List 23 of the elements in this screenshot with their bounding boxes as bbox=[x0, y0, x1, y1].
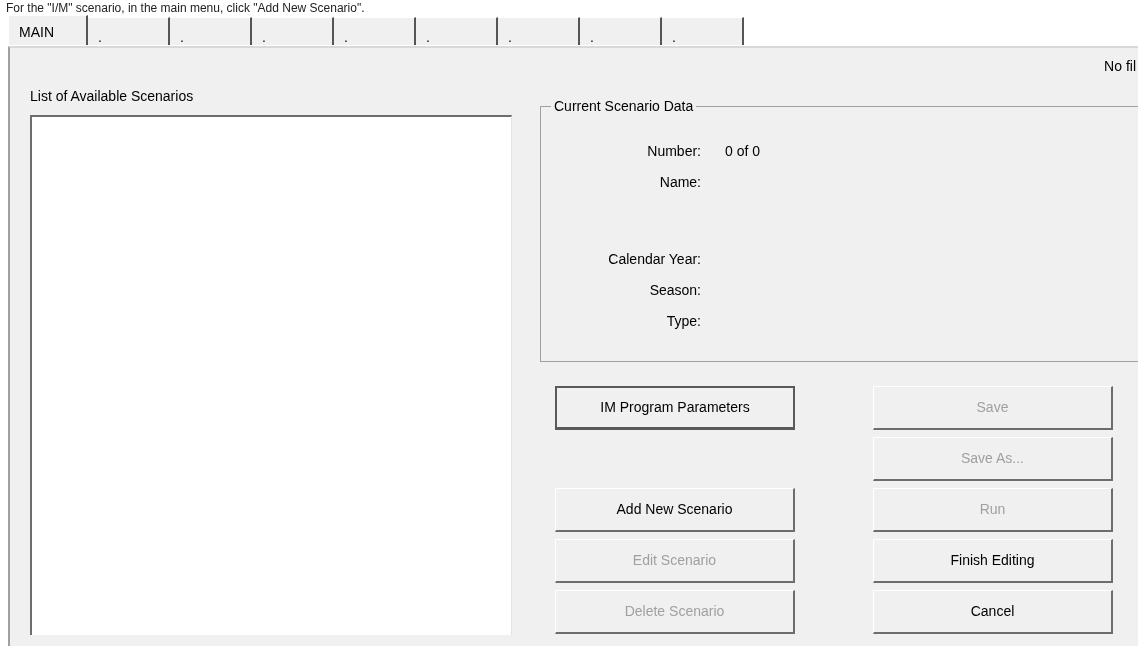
file-status: No fil bbox=[1104, 57, 1136, 76]
field-label: Name: bbox=[658, 173, 701, 192]
list-label: List of Available Scenarios bbox=[30, 87, 195, 106]
tab[interactable]: . bbox=[88, 17, 170, 45]
field-label: Number: bbox=[646, 142, 701, 161]
caption-text: For the "I/M" scenario, in the main menu, click "Add New Scenario". bbox=[5, 0, 366, 16]
field-label: Season: bbox=[648, 281, 701, 300]
field-value: 0 of 0 bbox=[725, 142, 762, 161]
button[interactable]: Finish Editing bbox=[873, 539, 1113, 583]
field-label: Calendar Year: bbox=[607, 250, 701, 269]
tab[interactable]: MAIN bbox=[8, 15, 88, 45]
button[interactable]: Add New Scenario bbox=[555, 488, 795, 532]
tab[interactable]: . bbox=[416, 17, 498, 45]
tab[interactable]: . bbox=[662, 17, 744, 45]
tab[interactable]: . bbox=[334, 17, 416, 45]
button[interactable]: Cancel bbox=[873, 590, 1113, 634]
tab[interactable]: . bbox=[170, 17, 252, 45]
tab[interactable]: . bbox=[498, 17, 580, 45]
scenario-list[interactable] bbox=[30, 115, 512, 635]
tab[interactable]: . bbox=[580, 17, 662, 45]
tab[interactable]: . bbox=[252, 17, 334, 45]
field-label: Type: bbox=[665, 312, 701, 331]
button[interactable]: IM Program Parameters bbox=[555, 386, 795, 430]
